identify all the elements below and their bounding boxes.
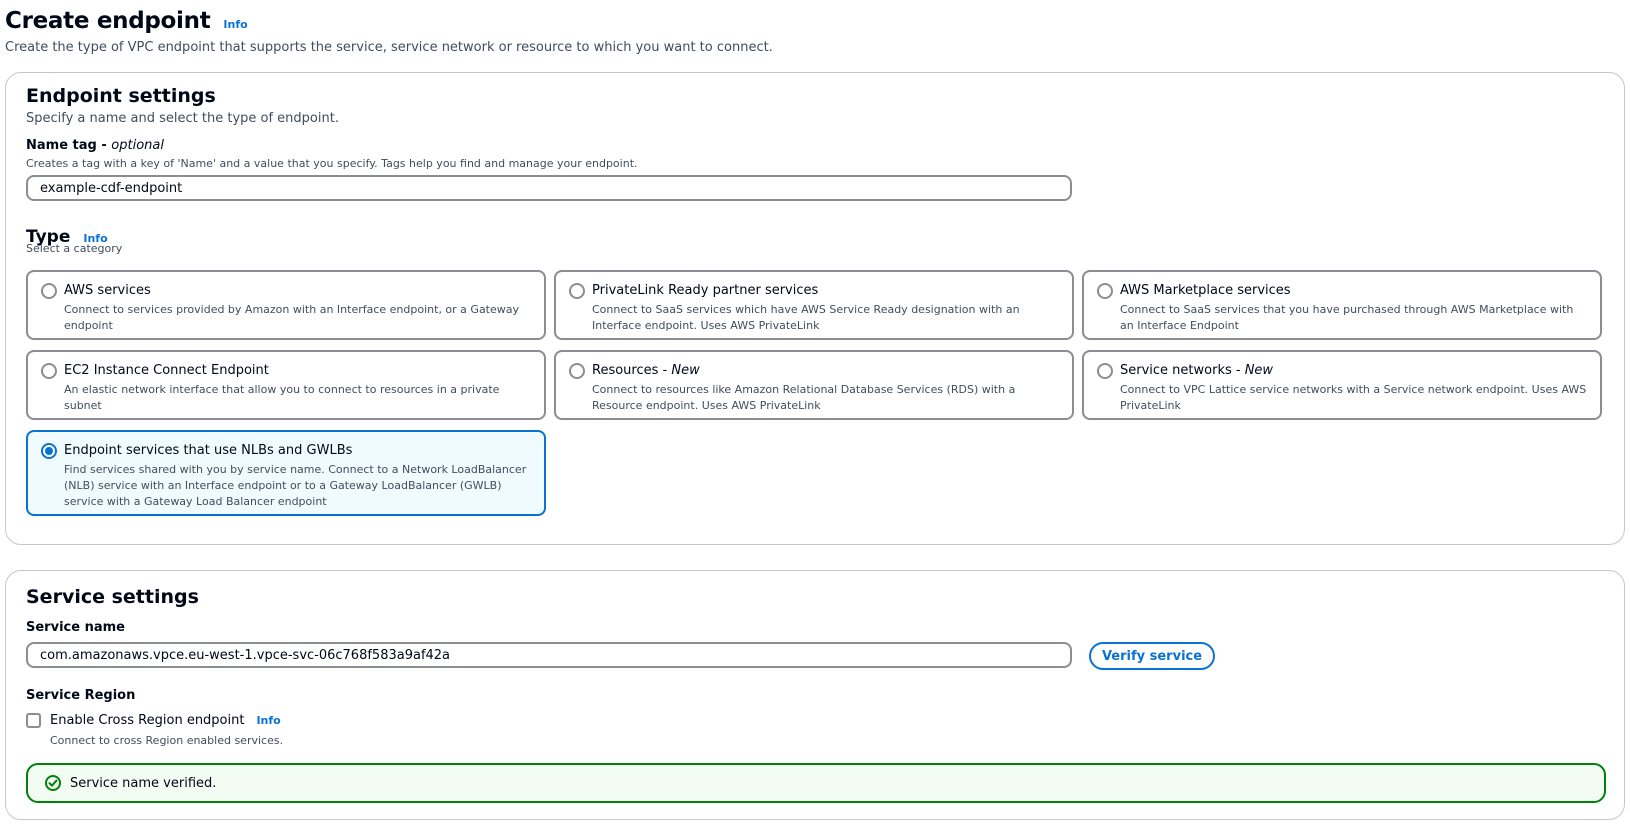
type-tile-aws-services[interactable]: AWS services Connect to services provide… (26, 270, 546, 340)
type-tile-label: Resources - New (592, 363, 1060, 379)
radio-service-networks[interactable] (1097, 363, 1113, 379)
check-circle-icon (44, 774, 62, 792)
type-tile-label: EC2 Instance Connect Endpoint (64, 363, 532, 379)
cross-region-row: Enable Cross Region endpoint Info (26, 713, 281, 728)
type-tile-privatelink-partner[interactable]: PrivateLink Ready partner services Conne… (554, 270, 1074, 340)
name-tag-hint: Creates a tag with a key of 'Name' and a… (26, 157, 638, 170)
type-tile-aws-marketplace[interactable]: AWS Marketplace services Connect to SaaS… (1082, 270, 1602, 340)
service-name-input[interactable] (26, 642, 1072, 668)
type-tile-label: AWS Marketplace services (1120, 283, 1588, 299)
cross-region-checkbox[interactable] (26, 713, 41, 728)
new-badge: New (671, 363, 700, 378)
type-tile-description: Connect to SaaS services which have AWS … (592, 303, 1020, 332)
verify-service-button[interactable]: Verify service (1089, 642, 1215, 670)
endpoint-settings-description: Specify a name and select the type of en… (26, 111, 339, 126)
service-settings-container: Service settings Service name Verify ser… (5, 570, 1625, 820)
tile-label-text: PrivateLink Ready partner services (592, 283, 819, 298)
service-settings-title: Service settings (26, 586, 199, 608)
type-tile-description: Find services shared with you by service… (64, 463, 527, 508)
name-tag-label: Name tag - optional (26, 138, 164, 153)
type-tile-label: AWS services (64, 283, 532, 299)
tile-label-text: Resources - (592, 363, 672, 378)
radio-resources[interactable] (569, 363, 585, 379)
page-header: Create endpoint Info Create the type of … (5, 8, 1605, 55)
type-tile-endpoint-services[interactable]: Endpoint services that use NLBs and GWLB… (26, 430, 546, 516)
name-tag-input[interactable] (26, 175, 1072, 201)
type-tile-label: PrivateLink Ready partner services (592, 283, 1060, 299)
radio-aws-marketplace[interactable] (1097, 283, 1113, 299)
radio-aws-services[interactable] (41, 283, 57, 299)
service-region-label: Service Region (26, 688, 136, 703)
type-tile-description: Connect to SaaS services that you have p… (1120, 303, 1574, 332)
endpoint-settings-container: Endpoint settings Specify a name and sel… (5, 72, 1625, 545)
tile-label-text: EC2 Instance Connect Endpoint (64, 363, 269, 378)
type-tile-description: Connect to resources like Amazon Relatio… (592, 383, 1016, 412)
type-tile-description: Connect to VPC Lattice service networks … (1120, 383, 1587, 412)
endpoint-settings-title: Endpoint settings (26, 85, 216, 107)
service-name-label: Service name (26, 620, 125, 635)
type-subtitle: Select a category (26, 242, 123, 255)
radio-endpoint-services[interactable] (41, 443, 57, 459)
new-badge: New (1244, 363, 1274, 378)
type-tile-label: Endpoint services that use NLBs and GWLB… (64, 443, 532, 459)
page-title-row: Create endpoint Info (5, 8, 1605, 34)
tile-label-text: AWS services (64, 283, 151, 298)
name-tag-label-text: Name tag - (26, 138, 112, 153)
tile-label-text: Endpoint services that use NLBs and GWLB… (64, 443, 353, 458)
type-tile-ec2-instance-connect[interactable]: EC2 Instance Connect Endpoint An elastic… (26, 350, 546, 420)
page-title: Create endpoint (5, 8, 211, 34)
type-tile-service-networks[interactable]: Service networks - New Connect to VPC La… (1082, 350, 1602, 420)
cross-region-label[interactable]: Enable Cross Region endpoint (50, 713, 244, 728)
cross-region-info-link[interactable]: Info (256, 714, 280, 727)
tile-label-text: Service networks - (1120, 363, 1245, 378)
page-description: Create the type of VPC endpoint that sup… (5, 40, 773, 55)
radio-privatelink-partner[interactable] (569, 283, 585, 299)
tile-label-text: AWS Marketplace services (1120, 283, 1291, 298)
type-tile-label: Service networks - New (1120, 363, 1588, 379)
success-alert: Service name verified. (26, 763, 1606, 803)
name-tag-optional-text: optional (111, 138, 164, 153)
radio-ec2-instance-connect[interactable] (41, 363, 57, 379)
alert-text: Service name verified. (70, 775, 217, 791)
type-tile-description: An elastic network interface that allow … (64, 383, 500, 412)
cross-region-hint: Connect to cross Region enabled services… (50, 734, 284, 747)
type-tile-resources[interactable]: Resources - New Connect to resources lik… (554, 350, 1074, 420)
type-tile-description: Connect to services provided by Amazon w… (64, 303, 520, 332)
page-info-link[interactable]: Info (223, 18, 247, 31)
